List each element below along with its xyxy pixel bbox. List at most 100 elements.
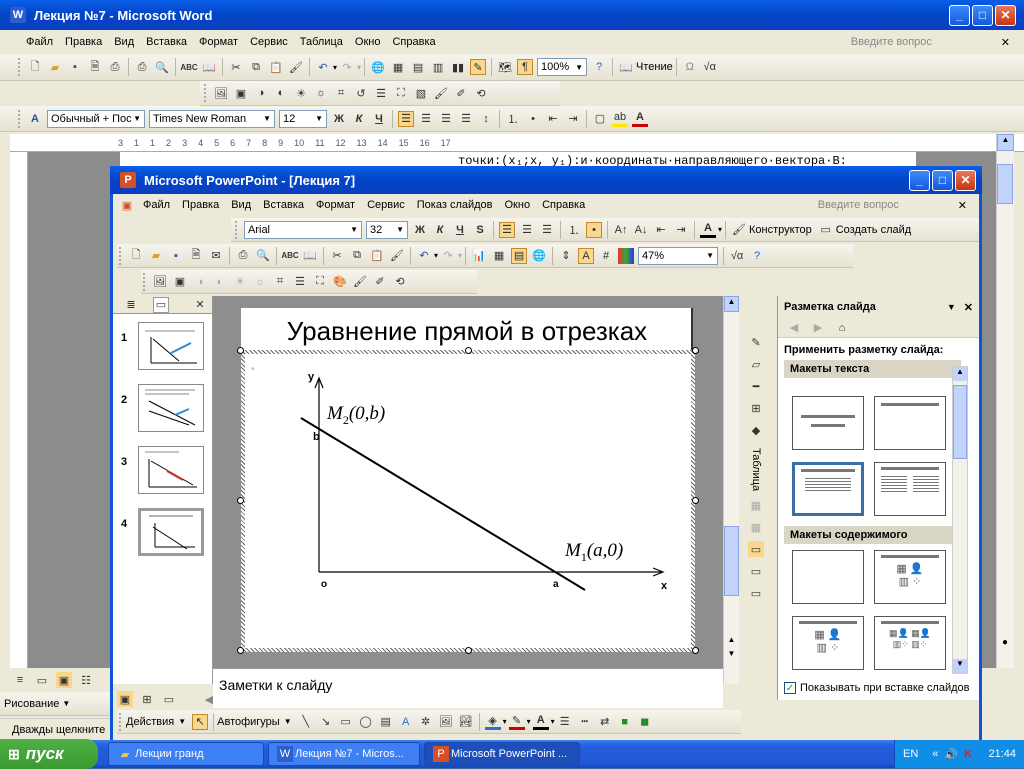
slideshow-button[interactable]: ▭ [161, 691, 177, 707]
merge-cells-icon[interactable]: ▦ [748, 497, 764, 513]
contrast-up-icon[interactable]: ◑ [253, 85, 269, 101]
actions-menu[interactable]: Действия [126, 716, 174, 728]
ppt-contrast-down-icon[interactable]: ◐ [212, 274, 228, 290]
border-icon[interactable]: ⊞ [748, 400, 764, 416]
word-menu-help[interactable]: Справка [386, 36, 441, 48]
text-color-icon[interactable]: A [532, 714, 549, 730]
ppt-redo-icon[interactable]: ↷ [440, 248, 456, 264]
bullets-icon[interactable]: • [525, 111, 541, 127]
crop-icon[interactable]: ⌗ [333, 85, 349, 101]
word-menu-tools[interactable]: Сервис [244, 36, 294, 48]
ppt-research-icon[interactable]: 📖 [302, 248, 318, 264]
ppt-line-style-icon[interactable]: ☰ [292, 274, 308, 290]
designer-icon[interactable]: 🖌 [731, 222, 747, 238]
designer-button[interactable]: Конструктор [749, 224, 812, 236]
word-menu-view[interactable]: Вид [108, 36, 140, 48]
ppt-close-button[interactable]: ✕ [955, 169, 976, 191]
ppt-menu-window[interactable]: Окно [499, 199, 537, 211]
ppt-format-painter-icon[interactable]: 🖌 [389, 248, 405, 264]
ppt-ask-box[interactable]: Введите вопрос [812, 199, 952, 211]
ppt-shrink-font-icon[interactable]: A↓ [633, 222, 649, 238]
redo-icon[interactable]: ↷ [339, 59, 355, 75]
arrow-style-icon[interactable]: ⇄ [597, 714, 613, 730]
ppt-new-icon[interactable]: 🗋 [128, 248, 144, 264]
columns-icon[interactable]: ▮▮ [450, 59, 466, 75]
ppt-expand-icon[interactable]: ⇕ [558, 248, 574, 264]
antivirus-icon[interactable]: K [964, 748, 972, 760]
layout-two-content[interactable]: ▦👤 ▦👤 ▥⁘ ▥⁘ [874, 616, 946, 670]
outline-view-icon[interactable]: ☷ [78, 672, 94, 688]
compress-icon[interactable]: ⛶ [393, 85, 409, 101]
bold-icon[interactable]: Ж [331, 111, 347, 127]
word-menu-file[interactable]: Файл [20, 36, 59, 48]
task-pane-menu-icon[interactable]: ▼ [947, 302, 956, 312]
start-button[interactable]: ⊞ пуск [0, 739, 98, 769]
ppt-hyperlink-icon[interactable]: 🌐 [531, 248, 547, 264]
resize-handle[interactable] [465, 347, 472, 354]
ppt-pic-color-icon[interactable]: ▣ [172, 274, 188, 290]
resize-handle[interactable] [692, 347, 699, 354]
resize-handle[interactable] [692, 647, 699, 654]
ppt-crop-icon[interactable]: ⌗ [272, 274, 288, 290]
line-spacing-icon[interactable]: ↕ [478, 111, 494, 127]
ppt-doc-close-icon[interactable]: ✕ [952, 199, 973, 212]
slide-title[interactable]: Уравнение прямой в отрезках [241, 316, 693, 347]
side-tab-label[interactable]: Таблица [750, 448, 762, 491]
numbering-icon[interactable]: ⒈ [505, 111, 521, 127]
ppt-spelling-icon[interactable]: ABC [281, 248, 298, 264]
layout-two-column-text[interactable] [874, 462, 946, 516]
resize-handle[interactable] [237, 497, 244, 504]
permission-icon[interactable]: 🗎 [87, 59, 103, 75]
ppt-grid-icon[interactable]: # [598, 248, 614, 264]
word-menu-table[interactable]: Таблица [294, 36, 349, 48]
ppt-chart-icon[interactable]: 📊 [471, 248, 487, 264]
diagram-icon[interactable]: ✲ [418, 714, 434, 730]
slide-thumbnail-2[interactable] [138, 384, 204, 432]
ppt-numbering-icon[interactable]: ⒈ [566, 222, 582, 238]
ppt-bold-icon[interactable]: Ж [412, 222, 428, 238]
language-indicator[interactable]: EN [903, 748, 918, 760]
layout-title-content[interactable]: ▦ 👤 ▥ ⁘ [874, 550, 946, 604]
rotate-icon[interactable]: ↺ [353, 85, 369, 101]
format-painter-icon[interactable]: 🖌 [288, 59, 304, 75]
increase-indent-icon[interactable]: ⇥ [565, 111, 581, 127]
textbox-tool-icon[interactable]: ▤ [378, 714, 394, 730]
word-zoom-combo[interactable]: 100% ▼ [537, 58, 588, 76]
ppt-help-icon[interactable]: ? [749, 248, 765, 264]
ppt-format-picture-icon[interactable]: 🖌 [352, 274, 368, 290]
ppt-preview-icon[interactable]: 🔍 [255, 248, 271, 264]
insert-table-icon[interactable]: ▤ [410, 59, 426, 75]
ppt-menu-edit[interactable]: Правка [176, 199, 225, 211]
ppt-copy-icon[interactable]: ⧉ [349, 248, 365, 264]
layout-title-slide[interactable] [792, 396, 864, 450]
align-right-icon[interactable]: ☰ [438, 111, 454, 127]
borders-icon[interactable]: ▢ [592, 111, 608, 127]
print-view-icon[interactable]: ▣ [56, 672, 72, 688]
ppt-increase-indent-icon[interactable]: ⇥ [673, 222, 689, 238]
ppt-minimize-button[interactable]: _ [909, 169, 930, 191]
draw-table-icon[interactable]: ✎ [748, 334, 764, 350]
line-style-tool-icon[interactable]: ☰ [557, 714, 573, 730]
new-slide-icon[interactable]: ▭ [818, 222, 834, 238]
text-wrap-icon[interactable]: ▧ [413, 85, 429, 101]
justify-icon[interactable]: ☰ [458, 111, 474, 127]
ppt-bullets-icon[interactable]: • [586, 221, 602, 238]
ppt-font-combo[interactable]: Arial ▼ [244, 220, 362, 239]
open-icon[interactable]: ▰ [47, 59, 63, 75]
ppt-email-icon[interactable]: ✉ [208, 248, 224, 264]
ppt-table-icon[interactable]: ▦ [491, 248, 507, 264]
ppt-print-icon[interactable]: ⎙ [235, 248, 251, 264]
print-icon[interactable]: ⎙ [107, 59, 123, 75]
reset-picture-icon[interactable]: ⟲ [473, 85, 489, 101]
equation-icon[interactable]: √α [702, 59, 718, 75]
ppt-menu-help[interactable]: Справка [536, 199, 591, 211]
taskbar-item-powerpoint[interactable]: P Microsoft PowerPoint ... [424, 742, 580, 766]
ppt-decrease-indent-icon[interactable]: ⇤ [653, 222, 669, 238]
task-pane-scrollbar[interactable]: ▲ ▼ [952, 366, 968, 674]
word-scrollbar[interactable]: ▲ ● [996, 134, 1014, 668]
border-style-icon[interactable]: ━ [748, 378, 764, 394]
word-font-combo[interactable]: Times New Roman ▼ [149, 109, 275, 128]
highlight-icon[interactable]: ab [612, 111, 628, 127]
ppt-paste-icon[interactable]: 📋 [369, 248, 385, 264]
ppt-cut-icon[interactable]: ✂ [329, 248, 345, 264]
